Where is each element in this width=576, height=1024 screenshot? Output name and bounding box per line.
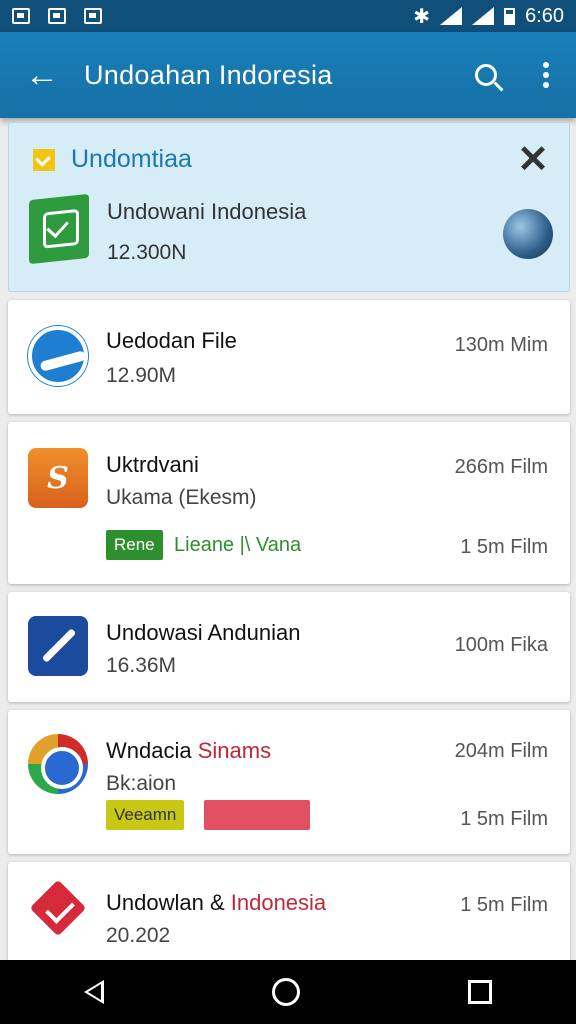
compass-app-icon [28,616,88,676]
item-meta: 130m Mim [454,334,548,356]
search-button[interactable] [456,64,516,86]
item-name: Undowasi Andunian [106,620,301,645]
page-title: Undoahan Indoresia [84,59,333,90]
message-notification-icon [84,8,102,24]
bluetooth-icon: ✱ [413,5,431,28]
item-sub: Ukama (Ekesm) [106,486,257,509]
item-meta: 266m Film [454,456,548,478]
image-notification-icon [48,8,66,24]
banner-title: Undomtiaa [71,145,192,173]
check-app-icon [28,884,88,944]
list-item[interactable]: Wndacia Sinams Bk:aion 204m Film Veeamn … [8,710,570,854]
navigation-bar [0,960,576,1024]
clock: 6:60 [525,4,564,27]
chat-app-icon [28,326,88,386]
item-meta: 100m Fika [454,634,548,656]
progress-badge [204,800,310,830]
nav-recents-icon[interactable] [468,980,492,1004]
list-item[interactable]: S Uktrdvani Ukama (Ekesm) 266m Film Rene… [8,422,570,584]
banner-size: 12.300N [107,241,187,264]
status-badge: Veeamn [106,800,185,830]
back-arrow-icon[interactable]: ← [0,56,84,95]
item-meta: 1 5m Film [460,894,548,916]
item-size: 16.36M [106,654,177,677]
list-item[interactable]: Uedodan File 12.90M 130m Mim [8,300,570,414]
notification-icon [12,8,30,24]
signal-icon [472,7,495,25]
status-bar: ✱ 6:60 [0,0,576,32]
download-check-icon [33,148,55,171]
battery-icon [504,7,516,25]
item-size: 12.90M [106,364,177,387]
item-meta-secondary: 1 5m Film [460,536,548,558]
item-name: Wndacia Sinams [106,738,272,763]
nav-home-icon[interactable] [272,978,300,1006]
nav-back-icon[interactable] [84,980,104,1004]
license-text: Lieane |\ Vana [174,534,302,556]
item-sub: Bk:aion [106,772,177,795]
item-name: Uktrdvani [106,452,199,477]
download-banner[interactable]: Undomtiaa ✕ Undowani Indonesia 12.300N [8,122,570,292]
rene-button[interactable]: Rene [106,530,163,560]
item-meta-secondary: 1 5m Film [460,808,548,830]
wifi-icon [440,7,463,25]
item-meta: 204m Film [454,740,548,762]
close-icon[interactable]: ✕ [517,141,549,179]
item-name: Uedodan File [106,328,237,353]
item-name: Undowlan & Indonesia [106,890,327,915]
item-size: 20.202 [106,924,171,947]
list-item[interactable]: Undowlan & Indonesia 20.202 1 5m Film [8,862,570,972]
ring-app-icon [28,734,88,794]
app-icon [29,193,89,265]
list-item[interactable]: Undowasi Andunian 16.36M 100m Fika [8,592,570,702]
orange-app-icon: S [28,448,88,508]
banner-app-name: Undowani Indonesia [107,199,307,224]
search-icon [475,64,497,86]
app-bar: ← Undoahan Indoresia [0,32,576,118]
globe-avatar[interactable] [503,209,553,259]
more-options-button[interactable] [516,62,576,88]
